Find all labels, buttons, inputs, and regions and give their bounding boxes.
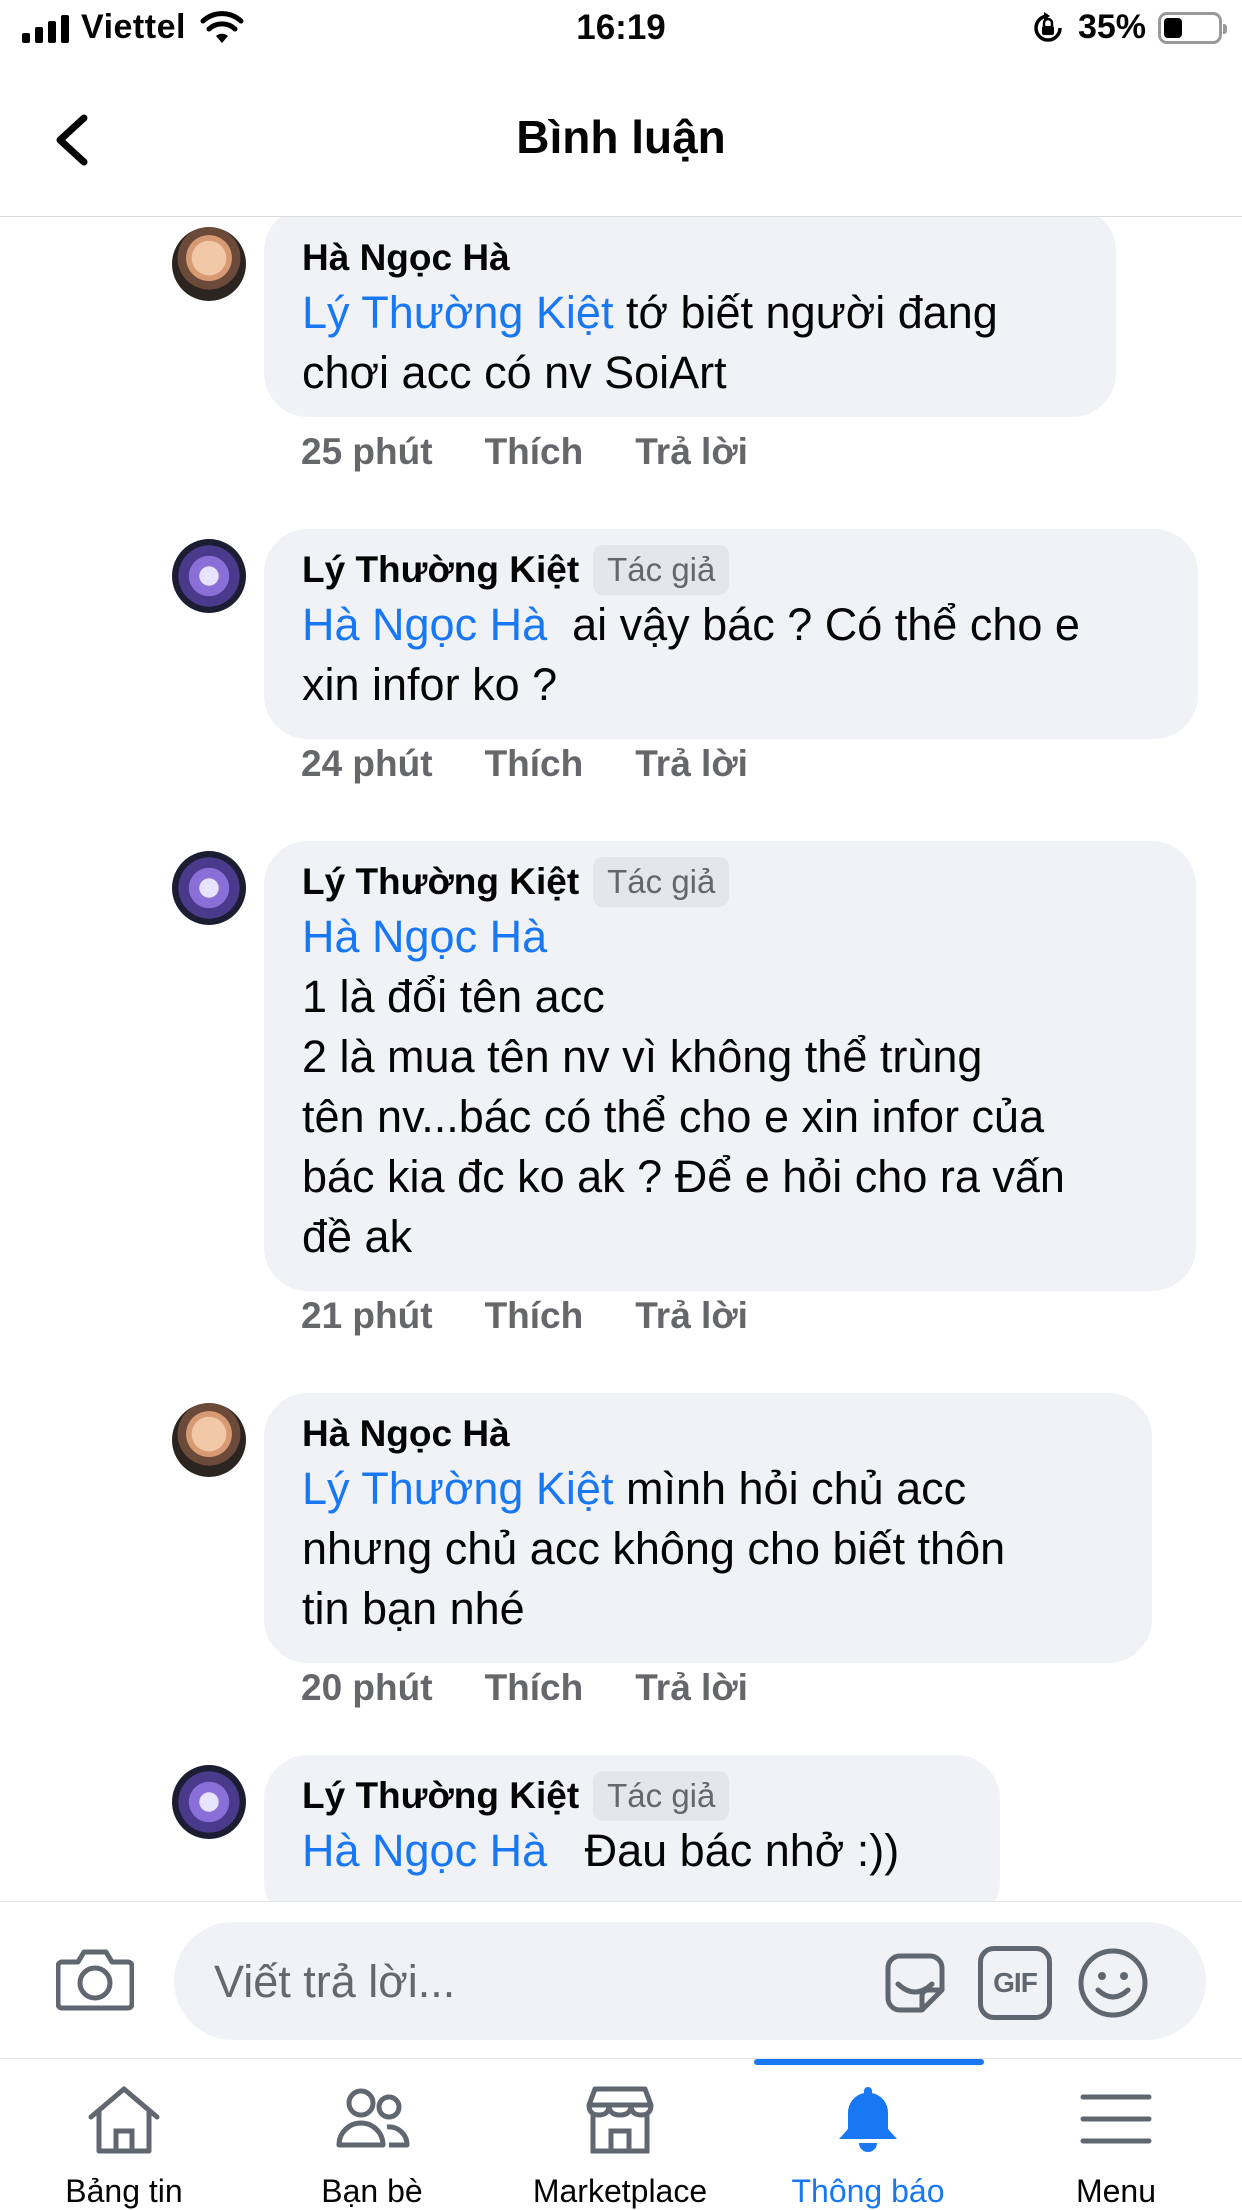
- tab-label: Menu: [1075, 2173, 1157, 2209]
- comment-header: Hà Ngọc Hà: [302, 233, 1078, 283]
- avatar[interactable]: [172, 1765, 246, 1839]
- friends-icon: [336, 2088, 410, 2148]
- comment-bubble[interactable]: Lý Thường Kiệt Tác giả Hà Ngọc Hà Đau bá…: [264, 1755, 1000, 1901]
- comment-bubble[interactable]: Hà Ngọc Hà Lý Thường Kiệt tớ biết người …: [264, 217, 1116, 417]
- comment-text: ai vậy bác ? Có thể cho e: [547, 599, 1080, 650]
- comment-text: 1 là đổi tên acc: [302, 971, 605, 1022]
- camera-icon[interactable]: [56, 1944, 134, 2012]
- reply-button[interactable]: Trả lời: [635, 1295, 748, 1337]
- orientation-lock-icon: [1034, 11, 1062, 42]
- comment-actions: 24 phút Thích Trả lời: [301, 743, 748, 785]
- marketplace-icon: [586, 2086, 654, 2154]
- comment-bubble[interactable]: Hà Ngọc Hà Lý Thường Kiệt mình hỏi chủ a…: [264, 1393, 1152, 1663]
- comment-text: bác kia đc ko ak ? Để e hỏi cho ra vấn: [302, 1151, 1065, 1202]
- avatar[interactable]: [172, 539, 246, 613]
- comment-author[interactable]: Lý Thường Kiệt: [302, 1775, 579, 1817]
- comment-header: Lý Thường Kiệt Tác giả: [302, 1771, 962, 1821]
- reply-button[interactable]: Trả lời: [635, 743, 748, 785]
- comment-text: chơi acc có nv SoiArt: [302, 347, 727, 398]
- like-button[interactable]: Thích: [485, 1667, 584, 1709]
- comment-time: 20 phút: [301, 1667, 433, 1708]
- tab-label: Thông báo: [791, 2173, 945, 2209]
- mention-link[interactable]: Lý Thường Kiệt: [302, 1463, 613, 1514]
- status-right: 35%: [1030, 8, 1227, 47]
- tab-label: Marketplace: [532, 2173, 708, 2209]
- comment-author[interactable]: Lý Thường Kiệt: [302, 861, 579, 903]
- battery-percent: 35%: [1077, 8, 1146, 46]
- comment-text: tớ biết người đang: [613, 287, 998, 338]
- bell-icon: [839, 2087, 897, 2152]
- menu-icon: [1080, 2094, 1152, 2144]
- comment-author[interactable]: Hà Ngọc Hà: [302, 1413, 510, 1455]
- page-title: Bình luận: [516, 111, 726, 163]
- mention-link[interactable]: Hà Ngọc Hà: [302, 911, 547, 962]
- status-bar: Viettel 16:19 35%: [0, 0, 1242, 64]
- comment-bubble[interactable]: Lý Thường Kiệt Tác giả Hà Ngọc Hà 1 là đ…: [264, 841, 1196, 1291]
- tab-news-feed[interactable]: Bảng tin: [0, 2059, 248, 2209]
- home-icon: [88, 2086, 160, 2154]
- tab-friends[interactable]: Bạn bè: [248, 2059, 496, 2209]
- battery-icon: [1158, 11, 1227, 44]
- emoji-icon[interactable]: [1076, 1946, 1150, 2020]
- reply-button[interactable]: Trả lời: [635, 431, 748, 473]
- comment-text: Đau bác nhở :)): [547, 1825, 900, 1876]
- author-badge: Tác giả: [593, 1771, 730, 1821]
- author-badge: Tác giả: [593, 857, 730, 907]
- tab-label: Bảng tin: [65, 2173, 183, 2209]
- tab-menu[interactable]: Menu: [992, 2059, 1240, 2209]
- tab-notifications[interactable]: Thông báo: [744, 2059, 992, 2209]
- comment-author[interactable]: Hà Ngọc Hà: [302, 237, 510, 279]
- comment-body: Hà Ngọc Hà Đau bác nhở :)): [302, 1821, 962, 1881]
- like-button[interactable]: Thích: [485, 1295, 584, 1337]
- comment-body: Lý Thường Kiệt tớ biết người đang chơi a…: [302, 283, 1078, 403]
- comment-time: 21 phút: [301, 1295, 433, 1336]
- comment-bubble[interactable]: Lý Thường Kiệt Tác giả Hà Ngọc Hà ai vậy…: [264, 529, 1198, 739]
- page-header: Bình luận: [0, 64, 1242, 217]
- sticker-icon[interactable]: [878, 1946, 952, 2020]
- comment-header: Hà Ngọc Hà: [302, 1409, 1114, 1459]
- comment-body: Lý Thường Kiệt mình hỏi chủ acc nhưng ch…: [302, 1459, 1114, 1639]
- tab-label: Bạn bè: [321, 2173, 423, 2209]
- comment-body: Hà Ngọc Hà 1 là đổi tên acc 2 là mua tên…: [302, 907, 1158, 1267]
- avatar[interactable]: [172, 1403, 246, 1477]
- reply-button[interactable]: Trả lời: [635, 1667, 748, 1709]
- avatar[interactable]: [172, 851, 246, 925]
- mention-link[interactable]: Lý Thường Kiệt: [302, 287, 613, 338]
- mention-link[interactable]: Hà Ngọc Hà: [302, 599, 547, 650]
- comment-text: tên nv...bác có thể cho e xin infor của: [302, 1091, 1045, 1142]
- comment-actions: 25 phút Thích Trả lời: [301, 431, 748, 473]
- gif-button[interactable]: GIF: [978, 1946, 1052, 2020]
- comment-actions: 20 phút Thích Trả lời: [301, 1667, 748, 1709]
- comment-text: 2 là mua tên nv vì không thể trùng: [302, 1031, 983, 1082]
- like-button[interactable]: Thích: [485, 431, 584, 473]
- comment-text: xin infor ko ?: [302, 659, 558, 710]
- reply-input[interactable]: [212, 1952, 836, 2012]
- comment-list[interactable]: Hà Ngọc Hà Lý Thường Kiệt tớ biết người …: [0, 217, 1242, 1901]
- comment-text: nhưng chủ acc không cho biết thôn: [302, 1523, 1006, 1574]
- comment-header: Lý Thường Kiệt Tác giả: [302, 545, 1160, 595]
- mention-link[interactable]: Hà Ngọc Hà: [302, 1825, 547, 1876]
- tab-marketplace[interactable]: Marketplace: [496, 2059, 744, 2209]
- comment-header: Lý Thường Kiệt Tác giả: [302, 857, 1158, 907]
- comment-time: 25 phút: [301, 431, 433, 472]
- reply-input-container: GIF: [174, 1922, 1206, 2040]
- bottom-tab-bar: Bảng tin Bạn bè Marketplace Thông báo Me…: [0, 2058, 1242, 2209]
- like-button[interactable]: Thích: [485, 743, 584, 785]
- comment-author[interactable]: Lý Thường Kiệt: [302, 549, 579, 591]
- comment-text: mình hỏi chủ acc: [613, 1463, 967, 1514]
- comment-text: đề ak: [302, 1211, 413, 1262]
- comment-time: 24 phút: [301, 743, 433, 784]
- comment-body: Hà Ngọc Hà ai vậy bác ? Có thể cho e xin…: [302, 595, 1160, 715]
- battery-level: [1164, 17, 1182, 38]
- avatar[interactable]: [172, 227, 246, 301]
- reply-composer: GIF: [0, 1901, 1242, 2058]
- author-badge: Tác giả: [593, 545, 730, 595]
- comment-text: tin bạn nhé: [302, 1583, 525, 1634]
- comment-actions: 21 phút Thích Trả lời: [301, 1295, 748, 1337]
